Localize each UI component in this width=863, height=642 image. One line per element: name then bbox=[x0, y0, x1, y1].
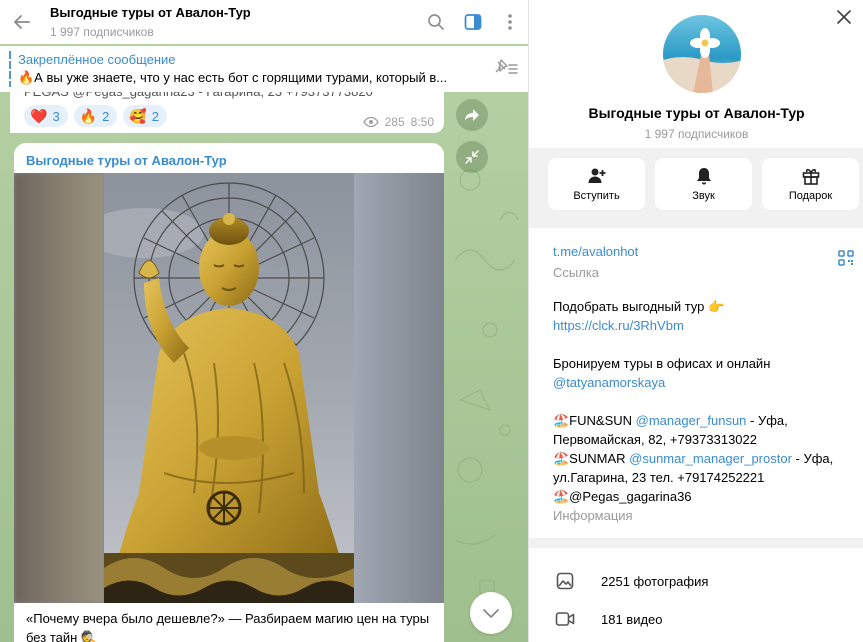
videos-row[interactable]: 181 видео bbox=[529, 600, 863, 638]
desc-mention[interactable]: @tatyanamorskaya bbox=[553, 373, 840, 392]
desc-line: Подобрать выгодный тур 👉 bbox=[553, 299, 725, 314]
desc-mention[interactable]: @manager_funsun bbox=[636, 413, 747, 428]
forward-button[interactable] bbox=[456, 99, 488, 131]
close-panel-button[interactable] bbox=[831, 4, 857, 30]
photo-blur-right bbox=[354, 173, 444, 603]
sound-button[interactable]: Звук bbox=[655, 158, 752, 210]
desc-link[interactable]: https://clck.ru/3RhVbm bbox=[553, 316, 840, 335]
views-count: 285 bbox=[384, 115, 405, 129]
photos-count: 2251 фотография bbox=[601, 573, 709, 589]
pinned-indicator bbox=[9, 51, 11, 87]
desc-line: ул.Гагарина, 23 тел. +79174252221 bbox=[553, 470, 765, 485]
gift-label: Подарок bbox=[788, 189, 833, 202]
close-icon bbox=[837, 10, 851, 24]
desc-line: Бронируем туры в офисах и онлайн bbox=[553, 356, 771, 371]
channel-info-panel: Выгодные туры от Авалон-Тур 1 997 подпис… bbox=[528, 0, 863, 642]
back-button[interactable] bbox=[0, 0, 44, 44]
message-bubble[interactable]: Выгодные туры от Авалон-Тур «Почему вчер… bbox=[14, 143, 444, 642]
buddha-statue-photo bbox=[104, 173, 354, 603]
desc-text: - Уфа, bbox=[791, 451, 834, 466]
share-arrow-icon bbox=[465, 109, 479, 121]
chat-title: Выгодные туры от Авалон-Тур bbox=[50, 4, 251, 20]
reaction-heart[interactable]: ❤️ 3 bbox=[24, 105, 68, 127]
collapse-icon bbox=[465, 150, 479, 164]
qr-code-icon bbox=[838, 250, 854, 266]
desc-line: 🏖️FUN&SUN @manager_funsun - Уфа, bbox=[553, 411, 840, 430]
arrow-left-icon bbox=[14, 15, 30, 29]
sound-label: Звук bbox=[692, 189, 715, 202]
more-menu-button[interactable] bbox=[491, 0, 528, 44]
pin-list-icon bbox=[495, 59, 518, 74]
more-vertical-icon bbox=[507, 14, 512, 30]
channel-avatar[interactable] bbox=[663, 15, 741, 93]
bell-icon bbox=[696, 167, 712, 185]
desc-mention[interactable]: @sunmar_manager_prostor bbox=[629, 451, 792, 466]
channel-subscribers: 1 997 подписчиков bbox=[644, 127, 749, 141]
desc-line: Первомайская, 82, +79373313022 bbox=[553, 432, 757, 447]
channel-link[interactable]: t.me/avalonhot bbox=[553, 242, 840, 261]
search-icon bbox=[427, 14, 444, 30]
scroll-down-button[interactable] bbox=[470, 592, 512, 634]
channel-info-section: t.me/avalonhot Ссылка Подобрать выгодный… bbox=[529, 228, 863, 538]
section-divider bbox=[529, 538, 863, 548]
qr-code-button[interactable] bbox=[838, 250, 854, 269]
pinned-title: Закреплённое сообщение bbox=[18, 52, 176, 67]
toggle-sidebar-button[interactable] bbox=[454, 0, 491, 44]
photo-icon bbox=[529, 572, 601, 590]
join-label: Вступить bbox=[573, 189, 620, 202]
desc-text: 🏖️SUNMAR bbox=[553, 451, 630, 466]
reaction-emoji: 🥰 bbox=[129, 108, 147, 124]
chat-area: Выгодные туры от Авалон-Тур 1 997 подпис… bbox=[0, 0, 528, 642]
message-photo[interactable] bbox=[14, 173, 444, 603]
chat-subscribers: 1 997 подписчиков bbox=[50, 24, 154, 39]
search-button[interactable] bbox=[417, 0, 454, 44]
gift-icon bbox=[802, 167, 820, 185]
desc-text: 🏖️FUN&SUN bbox=[553, 413, 636, 428]
channel-link-label: Ссылка bbox=[553, 265, 600, 280]
desc-text: - Уфа, bbox=[746, 413, 788, 428]
sidebar-icon bbox=[464, 14, 481, 30]
pinned-text: 🔥А вы уже знаете, что у нас есть бот с г… bbox=[18, 70, 448, 85]
chevron-down-icon bbox=[483, 609, 499, 618]
chat-header: Выгодные туры от Авалон-Тур 1 997 подпис… bbox=[0, 0, 528, 44]
avatar-image bbox=[663, 15, 741, 93]
message-author[interactable]: Выгодные туры от Авалон-Тур bbox=[26, 153, 227, 168]
eye-icon bbox=[362, 117, 379, 127]
reactions-row: ❤️ 3 🔥 2 🥰 2 bbox=[24, 105, 168, 127]
videos-count: 181 видео bbox=[601, 611, 663, 627]
add-user-icon bbox=[588, 167, 606, 185]
info-label: Информация bbox=[553, 508, 633, 523]
photos-row[interactable]: 2251 фотография bbox=[529, 562, 863, 600]
message-meta: 285 8:50 bbox=[362, 115, 434, 129]
reaction-count: 2 bbox=[151, 108, 160, 124]
actions-row: Вступить Звук Подарок bbox=[529, 148, 863, 228]
chat-title-block[interactable]: Выгодные туры от Авалон-Тур 1 997 подпис… bbox=[44, 5, 417, 40]
message-caption: «Почему вчера было дешевле?» — Разбираем… bbox=[26, 611, 430, 642]
reaction-love[interactable]: 🥰 2 bbox=[123, 105, 168, 127]
reaction-count: 2 bbox=[102, 108, 110, 124]
video-icon bbox=[529, 611, 601, 627]
reaction-fire[interactable]: 🔥 2 bbox=[73, 105, 118, 127]
reaction-count: 3 bbox=[52, 108, 60, 124]
message-time: 8:50 bbox=[410, 115, 434, 129]
collapse-button[interactable] bbox=[456, 141, 488, 173]
reaction-emoji: ❤️ bbox=[30, 108, 48, 124]
reaction-emoji: 🔥 bbox=[79, 108, 98, 124]
channel-name: Выгодные туры от Авалон-Тур bbox=[588, 105, 805, 121]
photo-blur-left bbox=[14, 173, 104, 603]
gift-button[interactable]: Подарок bbox=[762, 158, 859, 210]
join-button[interactable]: Вступить bbox=[548, 158, 645, 210]
pinned-list-button[interactable] bbox=[492, 58, 518, 79]
desc-line: 🏖️@Pegas_gagarina36 bbox=[553, 489, 692, 504]
desc-line: 🏖️SUNMAR @sunmar_manager_prostor - Уфа, bbox=[553, 449, 840, 468]
pinned-message-bar[interactable]: Закреплённое сообщение 🔥А вы уже знаете,… bbox=[0, 46, 528, 92]
